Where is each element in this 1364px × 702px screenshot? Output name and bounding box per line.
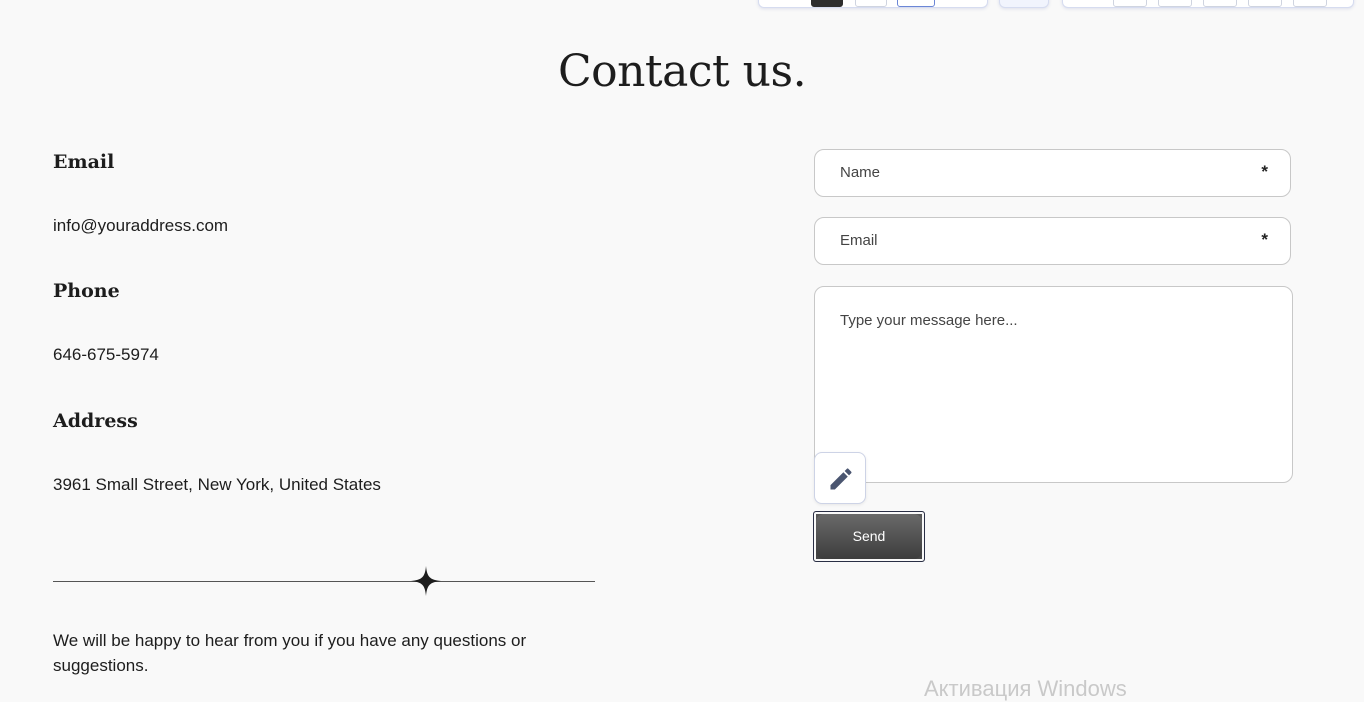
message-placeholder: Type your message here... bbox=[840, 312, 1018, 329]
toolbar-swatch-dark[interactable] bbox=[811, 0, 843, 7]
name-placeholder: Name bbox=[840, 164, 881, 181]
email-label: Email bbox=[53, 151, 115, 173]
phone-label: Phone bbox=[53, 280, 120, 302]
message-textarea[interactable]: Type your message here... bbox=[814, 286, 1293, 483]
email-field[interactable]: Email * bbox=[814, 217, 1291, 265]
sparkle-icon bbox=[411, 566, 441, 596]
windows-activation-watermark: Активация Windows bbox=[924, 676, 1127, 701]
contact-message: We will be happy to hear from you if you… bbox=[53, 631, 527, 675]
send-button-label: Send bbox=[816, 514, 922, 559]
toolbar-swatch-light[interactable] bbox=[855, 0, 887, 7]
name-field[interactable]: Name * bbox=[814, 149, 1291, 197]
toolbar-button-4[interactable] bbox=[1248, 0, 1282, 7]
toolbar-button-1[interactable] bbox=[1113, 0, 1147, 7]
toolbar-swatch-selected[interactable] bbox=[897, 0, 935, 7]
section-divider bbox=[53, 581, 595, 582]
toolbar-fragment-right bbox=[1062, 0, 1354, 8]
toolbar-button-2[interactable] bbox=[1158, 0, 1192, 7]
address-label: Address bbox=[53, 410, 138, 432]
phone-value: 646-675-5974 bbox=[53, 345, 159, 364]
page-title: Contact us. bbox=[557, 46, 807, 97]
required-asterisk: * bbox=[1261, 162, 1268, 181]
email-placeholder: Email bbox=[840, 232, 878, 249]
send-button[interactable]: Send bbox=[813, 511, 925, 562]
email-value: info@youraddress.com bbox=[53, 216, 229, 235]
toolbar-fragment-left bbox=[758, 0, 988, 8]
toolbar-button-3[interactable] bbox=[1203, 0, 1237, 7]
edit-button[interactable] bbox=[814, 452, 866, 504]
required-asterisk: * bbox=[1261, 230, 1268, 249]
pencil-icon bbox=[830, 468, 852, 490]
address-value: 3961 Small Street, New York, United Stat… bbox=[53, 475, 381, 494]
toolbar-button-5[interactable] bbox=[1293, 0, 1327, 7]
toolbar-fragment-middle[interactable] bbox=[999, 0, 1049, 8]
